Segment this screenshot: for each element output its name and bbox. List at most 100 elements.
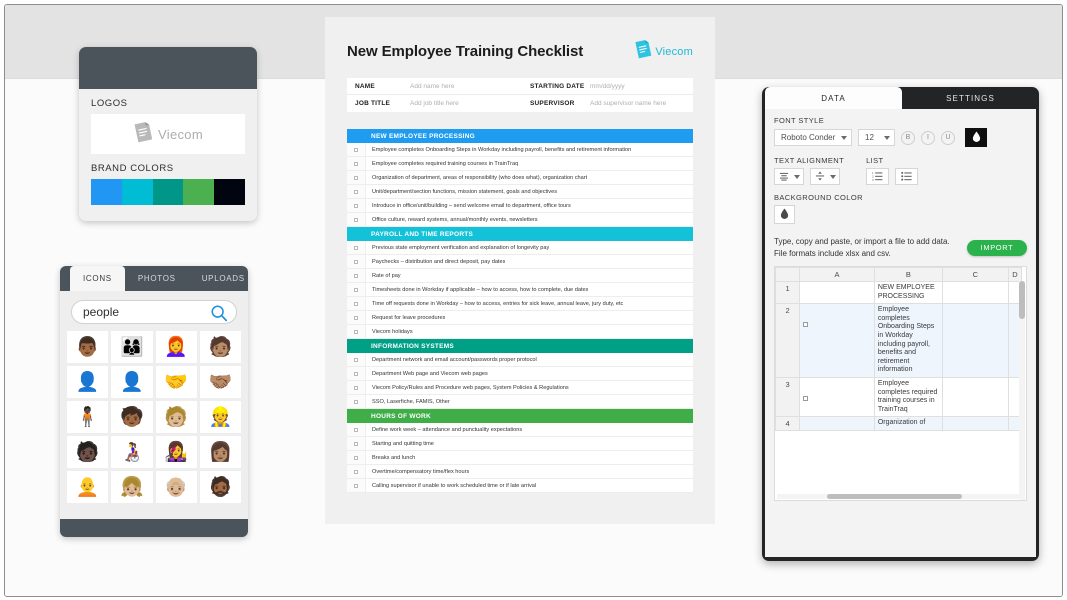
icon-result-6[interactable]: 👤: [111, 366, 153, 398]
tab-icons[interactable]: ICONS: [70, 266, 125, 291]
icon-result-14[interactable]: 👩‍🦽: [111, 436, 153, 468]
spreadsheet-row[interactable]: 2 Employee completes Onboarding Steps in …: [775, 303, 1023, 378]
checkbox[interactable]: [354, 329, 358, 334]
import-button[interactable]: IMPORT: [967, 239, 1027, 256]
checkbox[interactable]: [354, 483, 358, 488]
spreadsheet-cell-b[interactable]: Employee completes Onboarding Steps in W…: [873, 303, 943, 378]
spreadsheet-horizontal-scrollbar[interactable]: [777, 494, 1021, 499]
tab-photos[interactable]: PHOTOS: [125, 266, 189, 291]
font-size-select[interactable]: 12: [858, 129, 895, 146]
checkbox[interactable]: [354, 469, 358, 474]
icon-result-2[interactable]: 👨‍👩‍👦: [111, 331, 153, 363]
checklist-checkbox-cell[interactable]: [347, 437, 366, 450]
underline-button[interactable]: U: [941, 130, 955, 145]
checklist-checkbox-cell[interactable]: [347, 255, 366, 268]
icon-result-4[interactable]: 🧑🏽: [199, 331, 241, 363]
checklist-row[interactable]: SSO, Laserfiche, FAMIS, Other: [347, 395, 693, 409]
checkbox[interactable]: [354, 245, 358, 250]
bulleted-list-button[interactable]: [895, 168, 919, 185]
checklist-checkbox-cell[interactable]: [347, 325, 366, 338]
icon-picker-tabs[interactable]: ICONS PHOTOS UPLOADS: [60, 266, 248, 291]
spreadsheet-column-headers[interactable]: ABCD: [775, 267, 1023, 282]
icon-result-9[interactable]: 🧍🏿: [67, 401, 109, 433]
checkbox[interactable]: [354, 455, 358, 460]
checkbox[interactable]: [354, 189, 358, 194]
checklist-checkbox-cell[interactable]: [347, 297, 366, 310]
icon-result-16[interactable]: 👩🏽: [199, 436, 241, 468]
spreadsheet-cell-b[interactable]: Employee completes required training cou…: [873, 376, 943, 418]
editor-panel-tabs[interactable]: DATA SETTINGS: [762, 87, 1039, 109]
starting-date-value[interactable]: mm/dd/yyyy: [590, 83, 693, 90]
checklist-checkbox-cell[interactable]: [347, 199, 366, 212]
scrollbar-thumb[interactable]: [1019, 281, 1025, 319]
checkbox[interactable]: [354, 217, 358, 222]
icon-result-18[interactable]: 👧🏼: [111, 471, 153, 503]
checkbox[interactable]: [354, 427, 358, 432]
icon-result-15[interactable]: 👩‍🎤: [155, 436, 197, 468]
tab-settings[interactable]: SETTINGS: [902, 87, 1039, 109]
spreadsheet-rows[interactable]: 1 NEW EMPLOYEE PROCESSING 2 Employee comple…: [775, 280, 1023, 432]
checklist-row[interactable]: Timesheets done in Workday if applicable…: [347, 283, 693, 297]
checklist-checkbox-cell[interactable]: [347, 213, 366, 226]
brand-swatch-1[interactable]: [91, 179, 122, 205]
checklist-checkbox-cell[interactable]: [347, 143, 366, 156]
spreadsheet-row-header[interactable]: 3: [775, 376, 801, 418]
icon-result-17[interactable]: 🧑‍🦲: [67, 471, 109, 503]
checklist-checkbox-cell[interactable]: [347, 381, 366, 394]
checkbox[interactable]: [354, 161, 358, 166]
icon-result-3[interactable]: 👩‍🦰: [155, 331, 197, 363]
checkbox[interactable]: [354, 385, 358, 390]
horizontal-align-select[interactable]: [774, 168, 804, 185]
vertical-align-select[interactable]: [810, 168, 840, 185]
checklist-checkbox-cell[interactable]: [347, 171, 366, 184]
checklist-checkbox-cell[interactable]: [347, 241, 366, 254]
spreadsheet-cell-c[interactable]: [941, 303, 1009, 378]
icon-result-12[interactable]: 👷: [199, 401, 241, 433]
checklist-checkbox-cell[interactable]: [347, 283, 366, 296]
tab-uploads[interactable]: UPLOADS: [189, 266, 248, 291]
checklist-row[interactable]: Department network and email account/pas…: [347, 353, 693, 367]
checklist-checkbox-cell[interactable]: [347, 353, 366, 366]
spreadsheet-row-header[interactable]: 4: [775, 416, 801, 432]
name-value[interactable]: Add name here: [410, 83, 530, 90]
checklist-row[interactable]: Unit/department/section functions, missi…: [347, 185, 693, 199]
checklist-row[interactable]: Department Web page and Viecom web pages: [347, 367, 693, 381]
checklist-checkbox-cell[interactable]: [347, 451, 366, 464]
spreadsheet-row[interactable]: 4 Organization of: [775, 416, 1023, 432]
checkbox[interactable]: [354, 399, 358, 404]
checklist-row[interactable]: Request for leave procedures: [347, 311, 693, 325]
magnifier-icon[interactable]: [210, 304, 228, 327]
icon-result-5[interactable]: 👤: [67, 366, 109, 398]
spreadsheet-cell-a[interactable]: [799, 280, 875, 305]
checklist-row[interactable]: Viecom holidays: [347, 325, 693, 339]
spreadsheet-row-header[interactable]: 1: [775, 280, 801, 305]
checklist-checkbox-cell[interactable]: [347, 157, 366, 170]
spreadsheet-column-header-c[interactable]: C: [941, 267, 1009, 282]
checklist-row[interactable]: Overtime/compensatory time/flex hours: [347, 465, 693, 479]
checkbox[interactable]: [354, 441, 358, 446]
checkbox[interactable]: [354, 301, 358, 306]
document-page[interactable]: New Employee Training Checklist Viecom N…: [325, 17, 715, 524]
icon-result-11[interactable]: 🧑🏼: [155, 401, 197, 433]
checklist-checkbox-cell[interactable]: [347, 367, 366, 380]
checklist-checkbox-cell[interactable]: [347, 185, 366, 198]
checklist-row[interactable]: Starting and quitting time: [347, 437, 693, 451]
icon-result-19[interactable]: 👴🏼: [155, 471, 197, 503]
checkbox[interactable]: [354, 287, 358, 292]
brand-swatch-3[interactable]: [152, 179, 184, 205]
tab-data[interactable]: DATA: [765, 87, 902, 109]
numbered-list-button[interactable]: 1 2 3: [866, 168, 890, 185]
checklist-row[interactable]: Introduce in office/unit/building – send…: [347, 199, 693, 213]
spreadsheet-row[interactable]: 3 Employee completes required training co…: [775, 376, 1023, 418]
checkbox[interactable]: [354, 315, 358, 320]
checkbox[interactable]: [354, 175, 358, 180]
background-color-button[interactable]: [774, 205, 795, 224]
checklist-checkbox-cell[interactable]: [347, 269, 366, 282]
checklist-checkbox-cell[interactable]: [347, 423, 366, 436]
icon-search-field[interactable]: people: [71, 300, 237, 324]
document-canvas[interactable]: New Employee Training Checklist Viecom N…: [325, 17, 715, 524]
checklist-row[interactable]: Define work week – attendance and punctu…: [347, 423, 693, 437]
spreadsheet-cell-c[interactable]: [941, 416, 1009, 432]
brand-swatch-5[interactable]: [214, 179, 245, 205]
job-title-value[interactable]: Add job title here: [410, 100, 530, 107]
